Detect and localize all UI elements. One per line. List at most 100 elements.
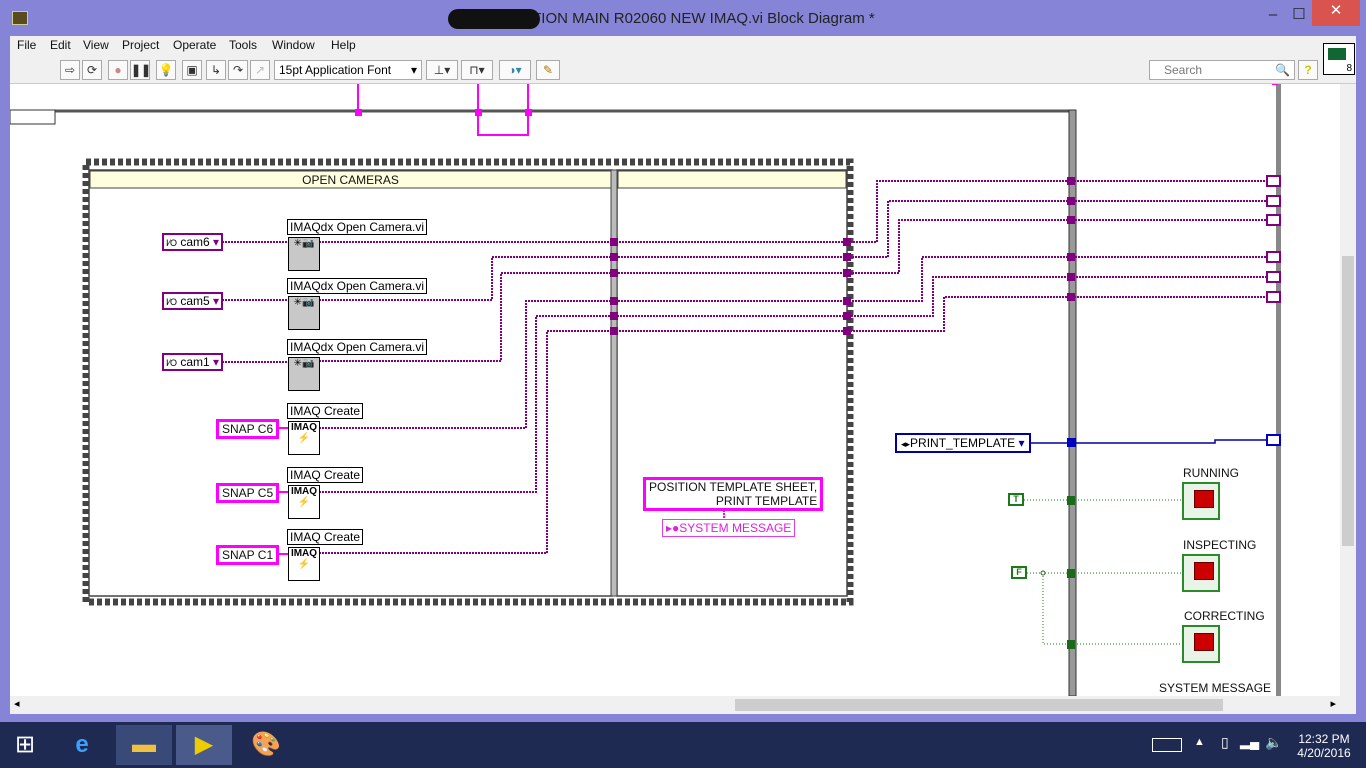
node-label: IMAQdx Open Camera.vi bbox=[287, 278, 428, 294]
camera-constant-value: cam1 bbox=[180, 355, 210, 369]
node-label: IMAQ Create bbox=[287, 467, 364, 483]
imaqdx-open-camera-node[interactable]: ✳📷 bbox=[288, 357, 320, 391]
network-signal-icon[interactable]: ▂▄ bbox=[1240, 734, 1259, 750]
running-label: RUNNING bbox=[1183, 466, 1239, 480]
io-name-icon: I⁄O bbox=[166, 358, 178, 368]
run-continuously-icon[interactable]: ⟳ bbox=[82, 60, 102, 80]
chevron-down-icon: ▾ bbox=[410, 63, 417, 77]
true-constant[interactable]: T bbox=[1008, 493, 1024, 506]
vertical-scrollbar-thumb[interactable] bbox=[1342, 256, 1354, 546]
string-constant-snap-c5[interactable]: SNAP C5 bbox=[216, 483, 280, 503]
scroll-right-icon[interactable]: ▸ bbox=[1330, 697, 1336, 710]
start-windows-icon[interactable]: ⊞ bbox=[0, 725, 50, 765]
keyboard-icon[interactable] bbox=[1152, 738, 1182, 752]
abort-icon[interactable]: ● bbox=[108, 60, 128, 80]
led-icon bbox=[1194, 490, 1214, 508]
menu-operate[interactable]: Operate bbox=[173, 38, 216, 52]
message-string-constant[interactable]: POSITION TEMPLATE SHEET, PRINT TEMPLATE bbox=[643, 477, 824, 511]
imaqdx-open-camera-node[interactable]: ✳📷 bbox=[288, 237, 320, 271]
imaq-create-icon: IMAQ ⚡ bbox=[290, 548, 318, 570]
imaq-create-icon: IMAQ ⚡ bbox=[290, 422, 318, 444]
camera-constant-cam1[interactable]: I⁄O cam1 ▾ bbox=[162, 353, 224, 371]
help-button[interactable]: ? bbox=[1298, 60, 1318, 80]
volume-icon[interactable]: 🔈 bbox=[1265, 734, 1282, 751]
pause-icon[interactable]: ❚❚ bbox=[130, 60, 151, 80]
string-constant-snap-c1[interactable]: SNAP C1 bbox=[216, 545, 280, 565]
running-led-indicator[interactable] bbox=[1182, 482, 1220, 520]
maximize-button[interactable]: ☐ bbox=[1282, 4, 1316, 28]
state-enum-constant[interactable]: ◂▸PRINT_TEMPLATE ▾ bbox=[895, 433, 1031, 453]
led-icon bbox=[1194, 562, 1214, 580]
search-icon: 🔍 bbox=[1275, 63, 1290, 77]
string-constant-snap-c6[interactable]: SNAP C6 bbox=[216, 419, 280, 439]
chevron-down-icon: ▾ bbox=[1018, 436, 1025, 450]
labview-taskbar-icon[interactable]: ▶ bbox=[176, 725, 232, 765]
distribute-objects-icon[interactable]: ⊓▾ bbox=[461, 60, 493, 80]
close-button[interactable]: ✕ bbox=[1312, 0, 1360, 26]
clock[interactable]: 12:32 PM 4/20/2016 bbox=[1296, 732, 1352, 760]
redaction-mark bbox=[448, 9, 540, 29]
paint-icon[interactable]: 🎨 bbox=[238, 725, 294, 765]
reorder-icon[interactable]: ◑▾ bbox=[499, 60, 531, 80]
menu-window[interactable]: Window bbox=[272, 38, 315, 52]
horizontal-scrollbar-thumb[interactable] bbox=[735, 699, 1223, 711]
system-message-local-variable[interactable]: ▸●SYSTEM MESSAGE bbox=[662, 519, 796, 537]
chevron-down-icon: ▾ bbox=[213, 294, 220, 308]
menu-edit[interactable]: Edit bbox=[50, 38, 71, 52]
internet-explorer-icon[interactable]: e bbox=[54, 725, 110, 765]
step-into-icon[interactable]: ↳ bbox=[206, 60, 226, 80]
title-bar: SPECTION MAIN R02060 NEW IMAQ.vi Block D… bbox=[0, 0, 1366, 36]
imaq-create-node[interactable]: IMAQ ⚡ bbox=[288, 485, 320, 519]
imaq-create-node[interactable]: IMAQ ⚡ bbox=[288, 547, 320, 581]
io-name-icon: I⁄O bbox=[166, 297, 178, 307]
node-label: IMAQ Create bbox=[287, 529, 364, 545]
system-message-label: SYSTEM MESSAGE bbox=[1159, 681, 1272, 695]
case-selector[interactable] bbox=[10, 109, 56, 125]
align-objects-icon[interactable]: ⊥▾ bbox=[426, 60, 458, 80]
camera-constant-value: cam5 bbox=[180, 294, 210, 308]
frame-title-open-cameras: OPEN CAMERAS bbox=[302, 173, 399, 187]
camera-constant-cam6[interactable]: I⁄O cam6 ▾ bbox=[162, 233, 224, 251]
clock-date: 4/20/2016 bbox=[1297, 746, 1351, 760]
sequence-frame-divider bbox=[610, 169, 618, 597]
menu-project[interactable]: Project bbox=[122, 38, 159, 52]
run-arrow-icon[interactable]: ⇨ bbox=[60, 60, 80, 80]
globe-icon: ▸● bbox=[666, 521, 680, 535]
camera-constant-cam5[interactable]: I⁄O cam5 ▾ bbox=[162, 292, 224, 310]
show-hidden-icons-icon[interactable]: ▲ bbox=[1194, 736, 1205, 748]
imaqdx-open-camera-node[interactable]: ✳📷 bbox=[288, 296, 320, 330]
io-name-icon: I⁄O bbox=[166, 238, 178, 248]
step-out-icon[interactable]: ↗ bbox=[250, 60, 270, 80]
false-constant[interactable]: F bbox=[1011, 566, 1027, 579]
toolbar: ⇨ ⟳ ● ❚❚ 💡 ▣ ↳ ↷ ↗ 15pt Application Font… bbox=[10, 43, 1356, 84]
waveform-icon bbox=[1328, 48, 1346, 60]
scroll-left-icon[interactable]: ◂ bbox=[14, 697, 20, 710]
menu-tools[interactable]: Tools bbox=[229, 38, 257, 52]
correcting-led-indicator[interactable] bbox=[1182, 625, 1220, 663]
search-input[interactable]: Search 🔍 bbox=[1149, 60, 1295, 80]
inspecting-led-indicator[interactable] bbox=[1182, 554, 1220, 592]
highlight-execution-bulb-icon[interactable]: 💡 bbox=[156, 60, 176, 80]
menu-help[interactable]: Help bbox=[331, 38, 356, 52]
clean-up-diagram-icon[interactable]: ✎ bbox=[536, 60, 560, 80]
file-explorer-icon[interactable]: ▬ bbox=[116, 725, 172, 765]
open-camera-icon: ✳📷 bbox=[293, 238, 315, 249]
open-camera-icon: ✳📷 bbox=[293, 297, 315, 308]
imaq-create-node[interactable]: IMAQ ⚡ bbox=[288, 421, 320, 455]
node-label: IMAQdx Open Camera.vi bbox=[287, 339, 428, 355]
retain-wire-values-icon[interactable]: ▣ bbox=[182, 60, 202, 80]
menu-file[interactable]: File bbox=[17, 38, 36, 52]
block-diagram-canvas[interactable]: OPEN CAMERAS I⁄O cam6 ▾ I⁄O cam5 ▾ I⁄O c… bbox=[10, 84, 1340, 696]
menu-view[interactable]: View bbox=[83, 38, 109, 52]
battery-icon[interactable]: ▯ bbox=[1221, 734, 1229, 751]
chevron-down-icon: ▾ bbox=[213, 355, 220, 369]
step-over-icon[interactable]: ↷ bbox=[228, 60, 248, 80]
local-variable-name: SYSTEM MESSAGE bbox=[679, 521, 792, 535]
state-enum-value: PRINT_TEMPLATE bbox=[910, 436, 1016, 450]
imaq-create-icon: IMAQ ⚡ bbox=[290, 486, 318, 508]
node-label: IMAQ Create bbox=[287, 403, 364, 419]
vi-icon-number: 8 bbox=[1346, 63, 1352, 74]
vi-icon[interactable]: 8 bbox=[1323, 43, 1355, 75]
font-dropdown[interactable]: 15pt Application Font ▾ bbox=[274, 60, 422, 80]
search-placeholder: Search bbox=[1164, 63, 1203, 77]
